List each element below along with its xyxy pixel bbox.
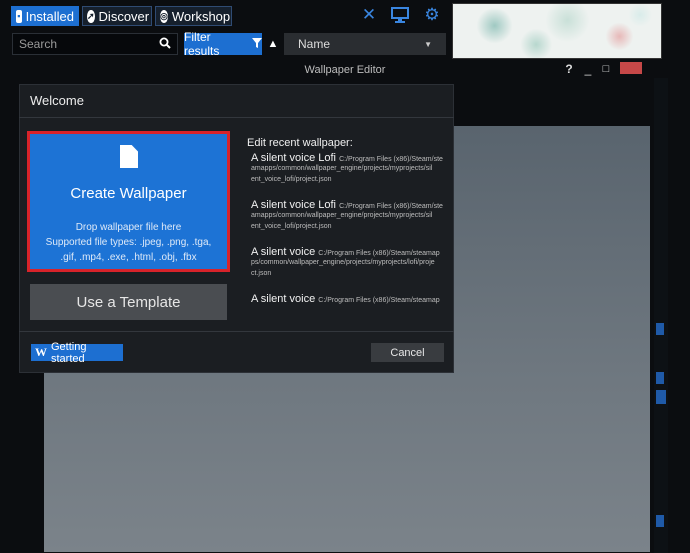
maximize-button[interactable]: □ [600,61,612,77]
wallpaper-preview-thumbnail[interactable] [452,3,662,59]
sort-dropdown[interactable]: Name ▼ [284,33,446,55]
recent-wallpaper-item[interactable]: A silent voice Lofi C:/Program Files (x8… [251,152,443,164]
tab-installed[interactable]: ▪ Installed [11,6,79,26]
tab-workshop-label: Workshop [171,8,231,24]
recent-name: A silent voice Lofi [251,152,336,164]
tab-discover[interactable]: ➚ Discover [82,6,152,26]
divider [19,331,454,332]
help-icon[interactable]: ? [562,61,576,77]
wikipedia-w-icon: W [35,345,47,359]
side-scroll-marker[interactable] [656,372,664,384]
recent-path: C:/Program Files (x86)/Steam/steamap [318,297,440,304]
side-scroll-marker[interactable] [656,390,666,404]
triangle-up-icon[interactable]: ▲ [266,35,280,53]
getting-started-button[interactable]: W Getting started [31,341,123,365]
create-wallpaper-title: Create Wallpaper [70,185,187,202]
recent-name: A silent voice Lofi [251,199,336,211]
recent-path-line: ent_voice_lofi/project.json [251,223,332,230]
recent-path-line: amapps/common/wallpaper_engine/projects/… [251,212,433,219]
minimize-button[interactable]: _ [582,61,594,77]
compass-icon: ➚ [87,9,95,23]
monitor-icon[interactable] [390,5,410,25]
drop-file-text: Drop wallpaper file here [75,222,182,233]
tab-workshop[interactable]: ◎ Workshop [155,6,232,26]
recent-wallpaper-item[interactable]: A silent voice C:/Program Files (x86)/St… [251,246,440,258]
recent-path: C:/Program Files (x86)/Steam/ste [339,156,443,163]
recent-path-line: ct.json [251,270,272,277]
divider [19,117,454,118]
supported-types-line2: .gif, .mp4, .exe, .html, .obj, .fbx [60,252,197,263]
getting-started-label: Getting started [51,340,87,365]
dialog-title: Welcome [30,93,84,108]
steam-icon: ◎ [160,9,168,23]
use-template-button[interactable]: Use a Template [30,284,227,320]
save-icon: ▪ [16,9,22,23]
filter-results-button[interactable]: Filter results [184,30,262,58]
supported-types-line1: Supported file types: .jpeg, .png, .tga, [45,237,212,248]
tab-discover-label: Discover [98,8,150,24]
side-scroll-marker[interactable] [656,323,664,335]
gear-icon[interactable]: ⚙ [422,5,442,25]
close-button[interactable] [620,62,642,74]
recent-name: A silent voice [251,293,316,305]
recent-path-line: ps/common/wallpaper_engine/projects/mypr… [251,259,435,266]
search-field[interactable] [12,33,178,55]
tab-installed-label: Installed [25,8,74,24]
chevron-down-icon: ▼ [424,39,432,49]
filter-results-label: Filter results [184,30,220,58]
recent-wallpaper-item[interactable]: A silent voice Lofi C:/Program Files (x8… [251,199,443,211]
recent-path: C:/Program Files (x86)/Steam/steamap [318,250,440,257]
search-input[interactable] [19,37,147,51]
recent-heading: Edit recent wallpaper: [247,137,353,149]
sort-selected-value: Name [298,37,331,51]
search-icon[interactable] [159,37,171,52]
recent-name: A silent voice [251,246,316,258]
recent-wallpaper-item[interactable]: A silent voice C:/Program Files (x86)/St… [251,293,440,305]
side-panel-strip [654,78,668,553]
tools-icon[interactable]: ✕ [359,5,379,25]
cancel-button[interactable]: Cancel [371,343,444,362]
funnel-icon [252,37,262,51]
recent-path-line: ent_voice_lofi/project.json [251,176,332,183]
side-scroll-marker[interactable] [656,515,664,527]
recent-path: C:/Program Files (x86)/Steam/ste [339,203,443,210]
recent-path-line: amapps/common/wallpaper_engine/projects/… [251,165,433,172]
